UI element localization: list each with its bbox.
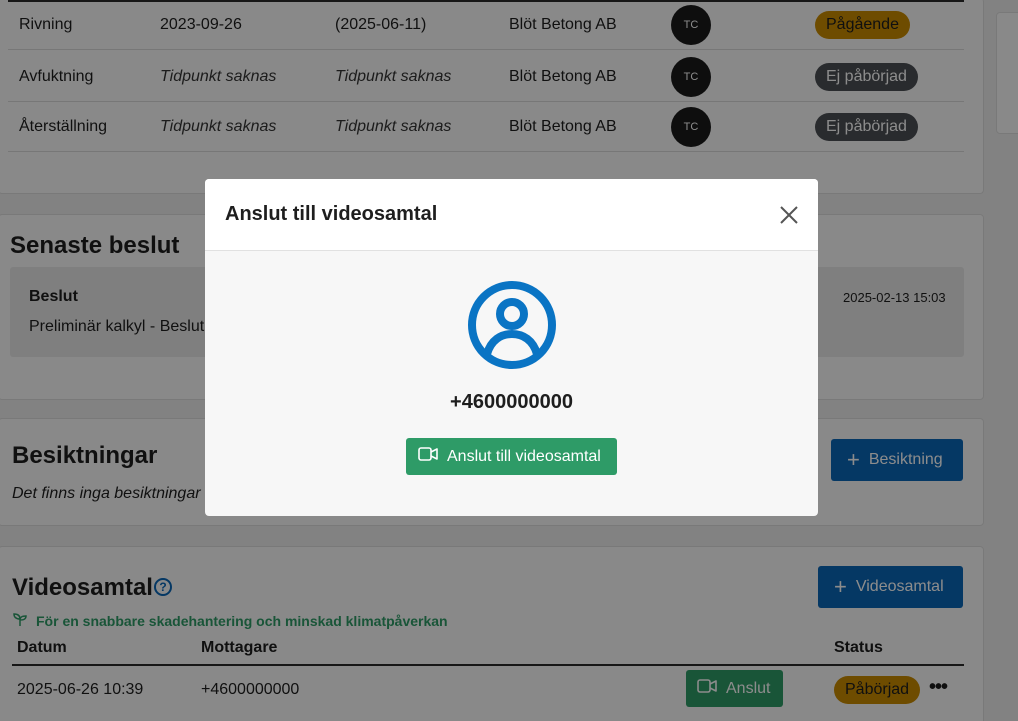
close-icon[interactable] (777, 203, 801, 227)
join-video-call-button[interactable]: Anslut till videosamtal (406, 438, 617, 475)
join-video-call-label: Anslut till videosamtal (447, 447, 601, 465)
modal-header: Anslut till videosamtal (205, 179, 818, 251)
join-video-call-modal: Anslut till videosamtal +4600000000 Ansl… (205, 179, 818, 516)
video-camera-icon (418, 447, 438, 466)
caller-phone-number: +4600000000 (450, 391, 573, 413)
modal-title: Anslut till videosamtal (225, 203, 438, 225)
user-icon (467, 280, 557, 370)
